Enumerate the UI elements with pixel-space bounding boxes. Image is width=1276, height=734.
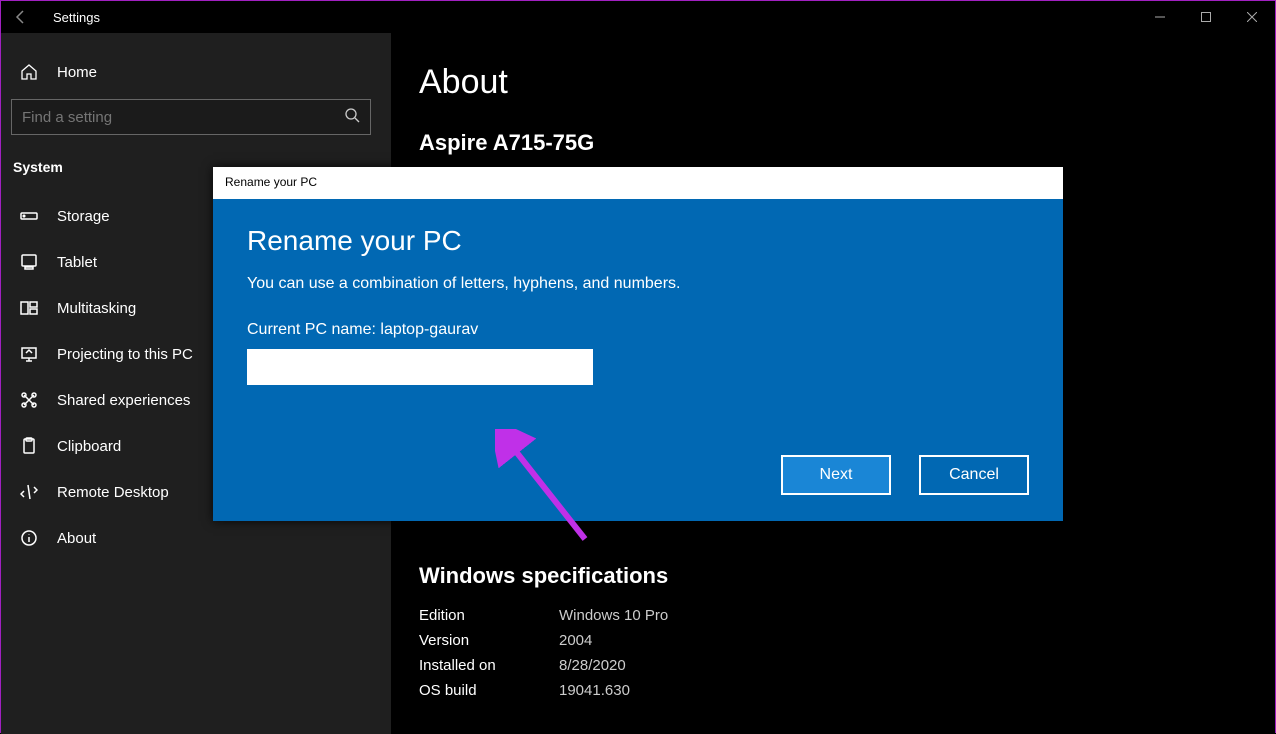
cancel-button[interactable]: Cancel xyxy=(919,455,1029,495)
spec-key: Installed on xyxy=(419,657,559,674)
windows-specs-heading: Windows specifications xyxy=(419,563,1247,589)
sidebar-item-label: Remote Desktop xyxy=(57,484,169,501)
clipboard-icon xyxy=(17,437,41,455)
home-label: Home xyxy=(57,64,97,81)
spec-key: OS build xyxy=(419,682,559,699)
close-button[interactable] xyxy=(1229,1,1275,33)
search-box[interactable] xyxy=(11,99,371,135)
next-button-label: Next xyxy=(820,466,853,484)
window-title: Settings xyxy=(41,10,100,25)
remote-icon xyxy=(17,483,41,501)
storage-icon xyxy=(17,207,41,225)
sidebar-item-label: Storage xyxy=(57,208,110,225)
page-title: About xyxy=(419,63,1247,102)
spec-row: Installed on 8/28/2020 xyxy=(419,653,1247,678)
spec-value: 2004 xyxy=(559,632,592,649)
spec-value: 8/28/2020 xyxy=(559,657,626,674)
search-input[interactable] xyxy=(22,109,344,126)
spec-row: Version 2004 xyxy=(419,628,1247,653)
dialog-current-name: Current PC name: laptop-gaurav xyxy=(247,321,1029,339)
tablet-icon xyxy=(17,253,41,271)
pc-name-input[interactable] xyxy=(249,351,591,383)
window-titlebar: Settings xyxy=(1,1,1275,33)
back-button[interactable] xyxy=(1,1,41,33)
spec-row: Edition Windows 10 Pro xyxy=(419,603,1247,628)
spec-row: OS build 19041.630 xyxy=(419,678,1247,703)
sidebar-item-label: Shared experiences xyxy=(57,392,190,409)
spec-value: 19041.630 xyxy=(559,682,630,699)
pc-name-input-wrap[interactable] xyxy=(247,349,593,385)
sidebar-item-label: Projecting to this PC xyxy=(57,346,193,363)
about-icon xyxy=(17,529,41,547)
sidebar-item-label: Clipboard xyxy=(57,438,121,455)
device-model: Aspire A715-75G xyxy=(419,130,1247,156)
sidebar-item-label: Tablet xyxy=(57,254,97,271)
projecting-icon xyxy=(17,345,41,363)
minimize-button[interactable] xyxy=(1137,1,1183,33)
sidebar-item-about[interactable]: About xyxy=(1,515,391,561)
spec-key: Edition xyxy=(419,607,559,624)
dialog-titlebar: Rename your PC xyxy=(213,167,1063,199)
dialog-heading: Rename your PC xyxy=(247,225,1029,257)
spec-key: Version xyxy=(419,632,559,649)
spec-value: Windows 10 Pro xyxy=(559,607,668,624)
dialog-description: You can use a combination of letters, hy… xyxy=(247,275,1029,293)
home-nav[interactable]: Home xyxy=(1,53,391,91)
next-button[interactable]: Next xyxy=(781,455,891,495)
cancel-button-label: Cancel xyxy=(949,466,999,484)
multitasking-icon xyxy=(17,299,41,317)
rename-pc-dialog: Rename your PC Rename your PC You can us… xyxy=(213,167,1063,521)
search-icon xyxy=(344,107,360,128)
maximize-button[interactable] xyxy=(1183,1,1229,33)
sidebar-item-label: Multitasking xyxy=(57,300,136,317)
shared-icon xyxy=(17,391,41,409)
home-icon xyxy=(17,63,41,81)
sidebar-item-label: About xyxy=(57,530,96,547)
